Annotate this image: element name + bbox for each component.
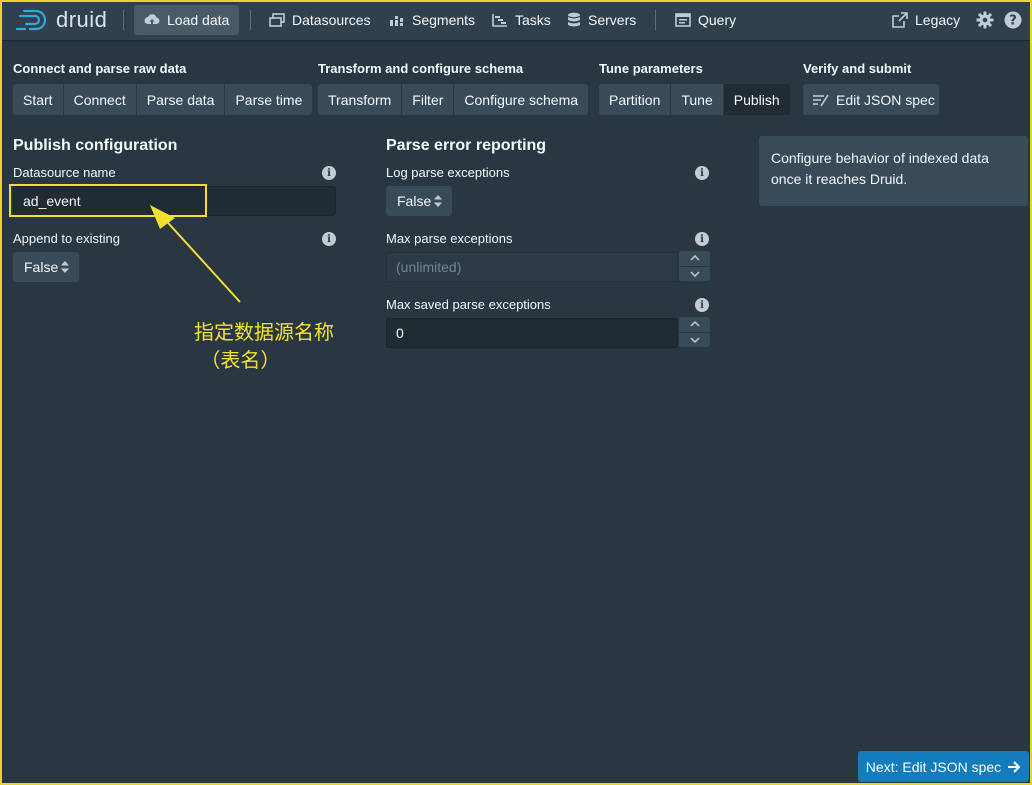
nav-datasources[interactable]: Datasources <box>259 5 381 35</box>
max-parse-exceptions-stepper[interactable] <box>679 251 710 281</box>
window-frame <box>0 0 1032 785</box>
log-parse-exceptions-label: Log parse exceptions <box>386 165 510 180</box>
share-icon <box>892 12 908 28</box>
database-icon <box>567 12 581 28</box>
gantt-chart-icon <box>492 13 508 27</box>
annotation-line-1: 指定数据源名称 <box>194 320 334 344</box>
settings-gear-icon[interactable] <box>975 10 995 30</box>
nav-servers[interactable]: Servers <box>557 5 646 35</box>
nav-segments[interactable]: Segments <box>379 5 485 35</box>
top-navbar: druid Load data Datasources Segments Tas… <box>0 0 1032 40</box>
nav-datasources-label: Datasources <box>292 12 371 28</box>
chevron-up-icon[interactable] <box>679 317 710 333</box>
step-connect[interactable]: Connect <box>63 84 137 115</box>
step-filter[interactable]: Filter <box>402 84 455 115</box>
cloud-upload-icon <box>144 13 160 27</box>
next-button-label: Next: Edit JSON spec <box>865 758 1002 775</box>
connect-step-group: Start Connect Parse data Parse time <box>13 84 313 115</box>
double-caret-icon <box>434 195 442 207</box>
step-configure-schema[interactable]: Configure schema <box>454 84 589 115</box>
info-icon[interactable]: i <box>322 232 336 246</box>
parse-error-title: Parse error reporting <box>386 137 547 154</box>
step-edit-json-spec[interactable]: Edit JSON spec <box>803 84 939 115</box>
append-to-existing-value: False <box>24 259 59 275</box>
chevron-up-icon[interactable] <box>679 251 710 267</box>
edit-json-icon <box>812 93 830 107</box>
arrow-right-icon <box>1007 760 1021 773</box>
step-transform[interactable]: Transform <box>318 84 403 115</box>
step-partition[interactable]: Partition <box>599 84 672 115</box>
append-to-existing-select[interactable]: False <box>13 252 79 282</box>
info-icon[interactable]: i <box>695 232 709 246</box>
stacked-chart-icon <box>389 13 405 27</box>
step-title-transform: Transform and configure schema <box>318 61 524 76</box>
nav-divider <box>250 10 251 30</box>
datasource-name-label: Datasource name <box>13 165 116 180</box>
step-publish[interactable]: Publish <box>723 84 790 115</box>
annotation-text: 指定数据源名称 （表名） <box>194 318 334 374</box>
publish-config-title: Publish configuration <box>13 137 178 154</box>
svg-text:?: ? <box>1009 14 1017 29</box>
nav-segments-label: Segments <box>412 12 476 28</box>
max-parse-exceptions-label: Max parse exceptions <box>386 231 513 246</box>
next-edit-json-spec-button[interactable]: Next: Edit JSON spec <box>858 751 1029 782</box>
info-icon[interactable]: i <box>695 298 709 312</box>
multi-select-icon <box>269 13 285 27</box>
step-tune[interactable]: Tune <box>671 84 724 115</box>
step-parse-data[interactable]: Parse data <box>136 84 226 115</box>
step-title-connect: Connect and parse raw data <box>13 61 187 76</box>
info-icon[interactable]: i <box>322 166 336 180</box>
application-icon <box>675 13 691 27</box>
max-saved-parse-exceptions-label: Max saved parse exceptions <box>386 297 551 312</box>
nav-servers-label: Servers <box>588 12 637 28</box>
nav-divider <box>123 10 124 30</box>
nav-load-data[interactable]: Load data <box>134 5 240 35</box>
step-title-verify: Verify and submit <box>803 61 912 76</box>
druid-logo[interactable]: druid <box>16 7 108 32</box>
append-to-existing-label: Append to existing <box>13 231 120 246</box>
annotation-line-2: （表名） <box>200 348 281 372</box>
max-parse-exceptions-input[interactable]: (unlimited) <box>386 252 678 282</box>
chevron-down-icon[interactable] <box>679 266 710 281</box>
step-start[interactable]: Start <box>13 84 64 115</box>
nav-query-label: Query <box>698 12 737 28</box>
tune-step-group: Partition Tune Publish <box>599 84 790 115</box>
help-icon[interactable]: ? <box>1003 10 1023 30</box>
log-parse-exceptions-value: False <box>397 193 432 209</box>
datasource-name-input[interactable]: ad_event <box>13 186 336 216</box>
max-saved-parse-exceptions-stepper[interactable] <box>679 317 710 347</box>
chevron-down-icon[interactable] <box>679 332 710 347</box>
nav-divider <box>655 10 656 30</box>
edit-json-spec-label: Edit JSON spec <box>836 91 935 108</box>
step-title-tune: Tune parameters <box>599 61 703 76</box>
double-caret-icon <box>61 261 69 273</box>
max-saved-parse-exceptions-input[interactable]: 0 <box>386 318 678 348</box>
nav-load-data-label: Load data <box>167 12 230 28</box>
transform-step-group: Transform Filter Configure schema <box>318 84 589 115</box>
brand-name: druid <box>56 7 108 32</box>
druid-logo-icon <box>16 9 47 31</box>
log-parse-exceptions-select[interactable]: False <box>386 186 452 216</box>
nav-tasks[interactable]: Tasks <box>482 5 561 35</box>
nav-legacy[interactable]: Legacy <box>882 5 970 35</box>
nav-tasks-label: Tasks <box>515 12 551 28</box>
step-parse-time[interactable]: Parse time <box>225 84 313 115</box>
info-icon[interactable]: i <box>695 166 709 180</box>
help-callout: Configure behavior of indexed data once … <box>759 136 1028 206</box>
nav-legacy-label: Legacy <box>915 12 961 28</box>
nav-query[interactable]: Query <box>665 5 746 35</box>
